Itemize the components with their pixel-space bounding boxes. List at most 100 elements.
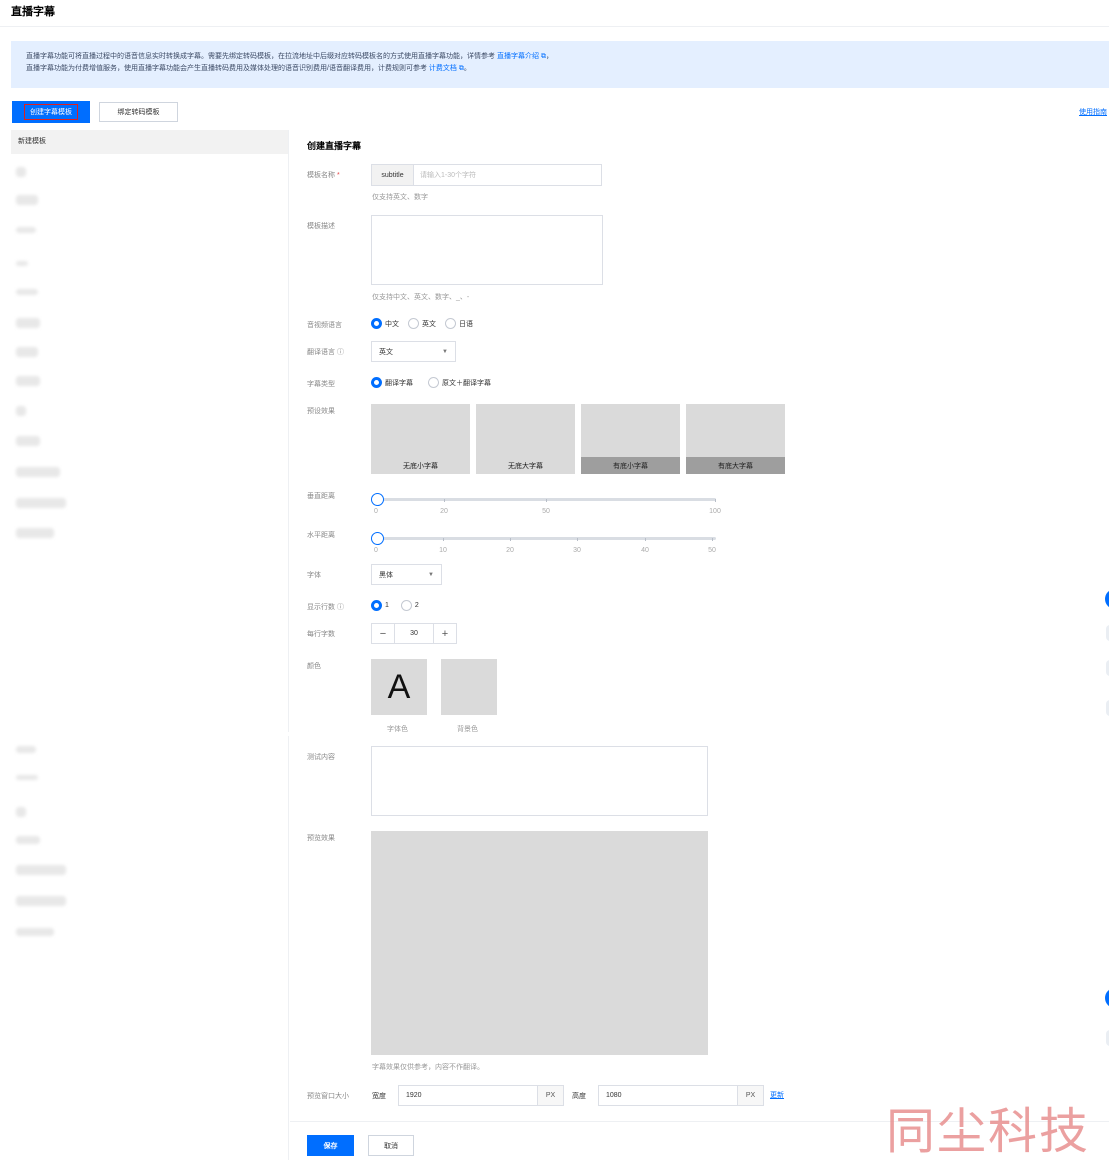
template-name-input[interactable]: [414, 165, 601, 185]
background-color-swatch[interactable]: [441, 659, 497, 715]
list-item[interactable]: [16, 775, 38, 780]
list-item[interactable]: [16, 436, 40, 446]
test-content-label: 测试内容: [307, 754, 335, 761]
preset-large-with-bg[interactable]: 有底大字幕: [686, 404, 785, 474]
list-item[interactable]: [16, 896, 66, 906]
usage-guide-link[interactable]: 使用指南: [1079, 107, 1107, 117]
notice-line-1: 直播字幕功能可将直播过程中的语音信息实时转换成字幕。需要先绑定转码模板，在拉流地…: [26, 53, 553, 60]
audio-language-option-en[interactable]: 英文: [408, 318, 436, 329]
height-label: 高度: [572, 1093, 586, 1100]
translation-language-select[interactable]: 英文 ▼: [371, 341, 456, 362]
list-item[interactable]: [16, 498, 66, 508]
list-item[interactable]: [16, 227, 36, 233]
preview-note: 字幕效果仅供参考，内容不作翻译。: [372, 1064, 484, 1071]
info-icon: ⓘ: [336, 349, 344, 356]
font-color-label: 字体色: [387, 726, 408, 733]
width-input[interactable]: 1920: [399, 1086, 537, 1105]
vertical-distance-label: 垂直距离: [307, 493, 335, 500]
width-field: 1920 PX: [398, 1085, 564, 1106]
list-item[interactable]: [16, 807, 26, 817]
template-sidebar: 新建模板: [11, 130, 289, 1160]
slider-tick: 100: [709, 508, 721, 515]
slider-tick: 30: [573, 547, 581, 554]
subtitle-type-label: 字幕类型: [307, 381, 335, 388]
horizontal-distance-label: 水平距离: [307, 532, 335, 539]
test-content-textarea[interactable]: [371, 746, 708, 816]
line-count-option-1[interactable]: 1: [371, 600, 389, 611]
audio-language-radio-group: 中文 英文 日语: [371, 318, 482, 329]
description-help-text: 仅支持中文、英文、数字、_、-: [372, 294, 470, 301]
description-label: 模板描述: [307, 223, 335, 230]
page-title: 直播字幕: [11, 6, 55, 18]
slider-tick: 50: [542, 508, 550, 515]
save-button[interactable]: 保存: [307, 1135, 354, 1156]
preset-large-no-bg[interactable]: 无底大字幕: [476, 404, 575, 474]
bind-transcode-template-button[interactable]: 绑定转码模板: [99, 102, 178, 122]
list-item[interactable]: [16, 836, 40, 844]
sidebar-item-new-template[interactable]: 新建模板: [11, 130, 288, 154]
list-item[interactable]: [16, 376, 40, 386]
template-name-field: subtitle: [371, 164, 602, 186]
list-item[interactable]: [16, 195, 38, 205]
font-color-swatch[interactable]: A: [371, 659, 427, 715]
horizontal-distance-slider[interactable]: 0 10 20 30 40 50: [371, 531, 716, 554]
refresh-preview-link[interactable]: 更新: [770, 1090, 784, 1100]
template-name-label: 模板名称 *: [307, 172, 340, 179]
slider-tick: 20: [440, 508, 448, 515]
color-label: 颜色: [307, 663, 321, 670]
title-divider: [0, 26, 1109, 27]
list-item[interactable]: [16, 318, 40, 328]
audio-language-option-ja[interactable]: 日语: [445, 318, 473, 329]
font-select[interactable]: 黑体 ▼: [371, 564, 442, 585]
audio-language-option-zh[interactable]: 中文: [371, 318, 399, 329]
description-textarea[interactable]: [371, 215, 603, 285]
line-count-option-2[interactable]: 2: [400, 600, 419, 611]
subtitle-type-option-bilingual[interactable]: 原文＋翻译字幕: [428, 377, 491, 388]
list-item[interactable]: [16, 528, 54, 538]
create-subtitle-template-button[interactable]: 创建字幕模板: [12, 101, 90, 123]
slider-handle[interactable]: [371, 493, 384, 506]
radio-unchecked-icon: [400, 600, 412, 611]
subtitle-preview-area: [371, 831, 708, 1055]
radio-checked-icon: [371, 600, 382, 611]
list-item[interactable]: [16, 406, 26, 416]
increment-button[interactable]: +: [434, 624, 456, 643]
billing-doc-link[interactable]: 计费文档: [429, 65, 457, 72]
list-item[interactable]: [16, 467, 60, 477]
chevron-down-icon: ▼: [442, 348, 448, 355]
slider-tick: 40: [641, 547, 649, 554]
list-item[interactable]: [16, 261, 28, 266]
subtitle-intro-link[interactable]: 直播字幕介绍: [497, 53, 539, 60]
translation-language-label: 翻译语言 ⓘ: [307, 349, 344, 356]
preset-small-with-bg[interactable]: 有底小字幕: [581, 404, 680, 474]
cancel-button[interactable]: 取消: [368, 1135, 414, 1156]
radio-unchecked-icon: [408, 318, 419, 329]
chevron-down-icon: ▼: [428, 571, 434, 578]
vertical-distance-slider[interactable]: 0 20 50 100: [371, 492, 721, 515]
preset-small-no-bg[interactable]: 无底小字幕: [371, 404, 470, 474]
chars-per-line-label: 每行字数: [307, 631, 335, 638]
list-item[interactable]: [16, 347, 38, 357]
line-count-label: 显示行数 ⓘ: [307, 604, 344, 611]
decrement-button[interactable]: −: [372, 624, 394, 643]
radio-checked-icon: [371, 318, 382, 329]
height-input[interactable]: 1080: [599, 1086, 737, 1105]
list-item[interactable]: [16, 928, 54, 936]
sidebar-gap: [11, 732, 289, 736]
window-size-label: 预览窗口大小: [307, 1093, 349, 1100]
slider-tick: 0: [374, 508, 378, 515]
name-prefix: subtitle: [372, 165, 414, 185]
list-item[interactable]: [16, 289, 38, 295]
list-item[interactable]: [16, 746, 36, 753]
slider-handle[interactable]: [371, 532, 384, 545]
subtitle-type-option-translation[interactable]: 翻译字幕: [371, 377, 413, 388]
preview-label: 预览效果: [307, 835, 335, 842]
info-notice: 直播字幕功能可将直播过程中的语音信息实时转换成字幕。需要先绑定转码模板，在拉流地…: [11, 41, 1109, 88]
height-field: 1080 PX: [598, 1085, 764, 1106]
radio-checked-icon: [371, 377, 382, 388]
audio-language-label: 音视频语言: [307, 322, 342, 329]
list-item[interactable]: [16, 865, 66, 875]
slider-tick: 0: [374, 547, 378, 554]
list-item[interactable]: [16, 167, 26, 177]
chars-per-line-input[interactable]: 30: [394, 624, 434, 643]
